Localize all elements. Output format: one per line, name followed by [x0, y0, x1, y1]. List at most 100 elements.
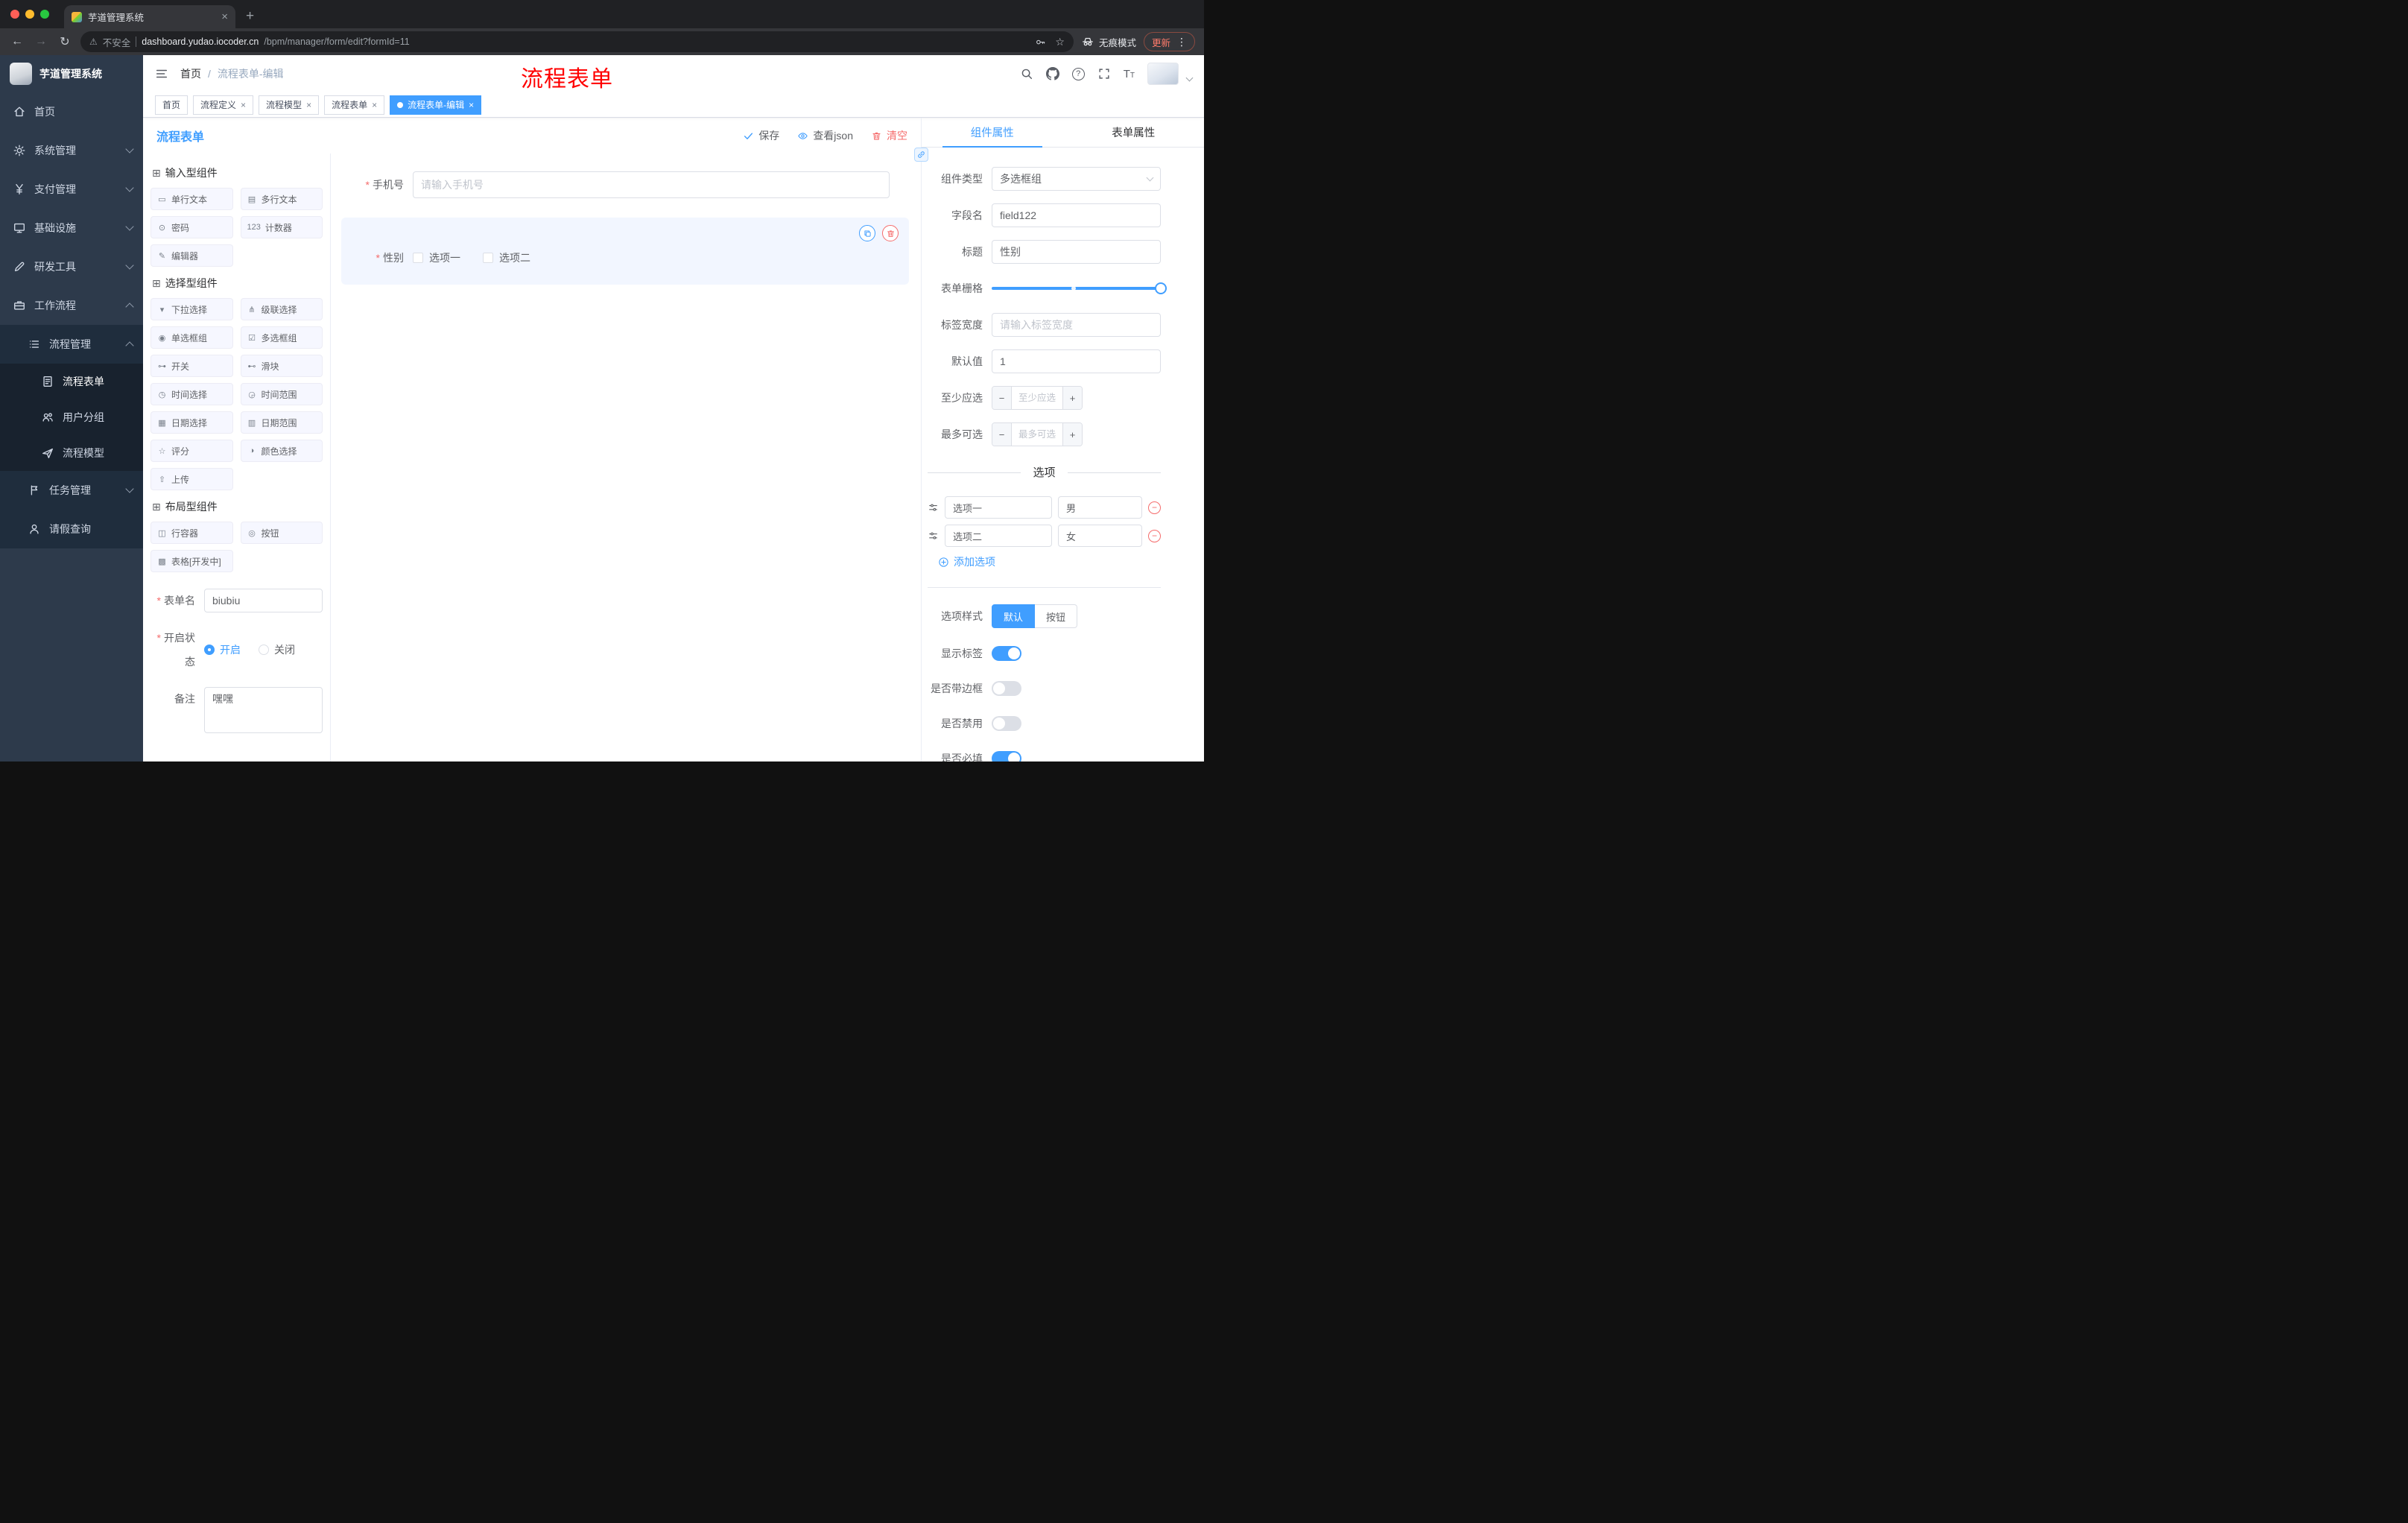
hamburger-icon[interactable]	[155, 67, 168, 80]
default-value-input[interactable]	[992, 349, 1161, 373]
max-select-input[interactable]	[1012, 423, 1062, 446]
bookmark-star-icon[interactable]: ☆	[1055, 36, 1065, 48]
component-chip-rate[interactable]: ☆ 评分	[150, 440, 233, 462]
field-gender-selected[interactable]: 性别 选项一 选项二	[341, 218, 909, 285]
sidebar-item-process-model[interactable]: 流程模型	[0, 435, 143, 471]
browser-menu-icon[interactable]: ⋮	[1176, 36, 1187, 48]
update-button[interactable]: 更新 ⋮	[1143, 32, 1195, 51]
sidebar-item-leave-query[interactable]: 请假查询	[0, 510, 143, 548]
option-value-input[interactable]	[1058, 496, 1142, 519]
minimize-window-button[interactable]	[25, 10, 34, 19]
component-chip-switch[interactable]: ⊶ 开关	[150, 355, 233, 377]
sidebar-item-workflow[interactable]: 工作流程	[0, 286, 143, 325]
label-width-input[interactable]	[992, 313, 1161, 337]
sidebar-item-process-management[interactable]: 流程管理	[0, 325, 143, 364]
increment-button[interactable]: +	[1062, 387, 1082, 409]
sidebar-item-dev-tools[interactable]: 研发工具	[0, 247, 143, 286]
style-default-button[interactable]: 默认	[992, 604, 1036, 628]
avatar[interactable]	[1147, 63, 1179, 85]
component-chip-button[interactable]: ◎ 按钮	[240, 522, 323, 544]
tag-process-form[interactable]: 流程表单 ×	[324, 95, 385, 115]
title-input[interactable]	[992, 240, 1161, 264]
tag-close-icon[interactable]: ×	[469, 100, 474, 110]
chevron-down-icon[interactable]	[1185, 74, 1194, 81]
sidebar-item-payment-management[interactable]: 支付管理	[0, 170, 143, 209]
search-icon[interactable]	[1020, 67, 1033, 80]
drag-option-icon[interactable]	[928, 502, 939, 513]
zoom-window-button[interactable]	[40, 10, 49, 19]
increment-button[interactable]: +	[1062, 423, 1082, 446]
decrement-button[interactable]: −	[992, 423, 1012, 446]
gender-option-1-checkbox[interactable]: 选项一	[413, 250, 460, 265]
status-off-radio[interactable]: 关闭	[259, 642, 295, 657]
component-chip-select[interactable]: ▾ 下拉选择	[150, 298, 233, 320]
component-chip-radio-group[interactable]: ◉ 单选框组	[150, 326, 233, 349]
show-label-toggle[interactable]	[992, 646, 1021, 661]
reload-button[interactable]: ↻	[57, 34, 73, 49]
tag-process-definition[interactable]: 流程定义 ×	[193, 95, 254, 115]
browser-tab[interactable]: 芋道管理系统 ×	[64, 5, 235, 28]
with-border-toggle[interactable]	[992, 681, 1021, 696]
component-chip-table[interactable]: ▩ 表格[开发中]	[150, 550, 233, 572]
component-chip-row-container[interactable]: ◫ 行容器	[150, 522, 233, 544]
tag-process-model[interactable]: 流程模型 ×	[259, 95, 320, 115]
disabled-toggle[interactable]	[992, 716, 1021, 731]
tag-process-form-edit[interactable]: 流程表单-编辑 ×	[390, 95, 482, 115]
component-chip-upload[interactable]: ⇧ 上传	[150, 468, 233, 490]
component-chip-time-picker[interactable]: ◷ 时间选择	[150, 383, 233, 405]
key-icon[interactable]	[1035, 37, 1046, 48]
form-name-input[interactable]	[204, 589, 323, 612]
address-bar[interactable]: ⚠ 不安全 dashboard.yudao.iocoder.cn/bpm/man…	[80, 31, 1074, 52]
component-chip-single-line-text[interactable]: ▭ 单行文本	[150, 188, 233, 210]
font-size-icon[interactable]: TT	[1124, 68, 1135, 80]
option-label-input[interactable]	[945, 525, 1052, 547]
component-chip-cascader[interactable]: ⋔ 级联选择	[240, 298, 323, 320]
field-phone[interactable]: 手机号	[341, 171, 909, 198]
decrement-button[interactable]: −	[992, 387, 1012, 409]
required-toggle[interactable]	[992, 751, 1021, 762]
close-window-button[interactable]	[10, 10, 19, 19]
sidebar-item-home[interactable]: 首页	[0, 92, 143, 131]
option-value-input[interactable]	[1058, 525, 1142, 547]
component-chip-time-range[interactable]: ◶ 时间范围	[240, 383, 323, 405]
option-label-input[interactable]	[945, 496, 1052, 519]
component-chip-date-range[interactable]: ▥ 日期范围	[240, 411, 323, 434]
tab-form-props[interactable]: 表单属性	[1063, 118, 1205, 147]
back-button[interactable]: ←	[9, 35, 25, 48]
drag-option-icon[interactable]	[928, 531, 939, 542]
sidebar-item-infrastructure[interactable]: 基础设施	[0, 209, 143, 247]
save-button[interactable]: 保存	[743, 128, 779, 143]
sidebar-item-system-management[interactable]: 系统管理	[0, 131, 143, 170]
component-chip-checkbox-group[interactable]: ☑ 多选框组	[240, 326, 323, 349]
sidebar-item-task-management[interactable]: 任务管理	[0, 471, 143, 510]
component-chip-multi-line-text[interactable]: ▤ 多行文本	[240, 188, 323, 210]
min-select-input[interactable]	[1012, 387, 1062, 409]
forward-button[interactable]: →	[33, 35, 49, 48]
phone-input[interactable]	[413, 171, 890, 198]
component-chip-password[interactable]: ⊙ 密码	[150, 216, 233, 238]
new-tab-button[interactable]: +	[246, 8, 254, 25]
component-chip-counter[interactable]: 123 计数器	[240, 216, 323, 238]
tag-close-icon[interactable]: ×	[372, 100, 377, 110]
remove-option-icon[interactable]: −	[1148, 529, 1161, 542]
slider-track[interactable]	[992, 282, 1167, 294]
help-icon[interactable]: ?	[1071, 67, 1085, 80]
status-on-radio[interactable]: 开启	[204, 642, 241, 657]
view-json-button[interactable]: 查看json	[797, 128, 853, 143]
component-chip-date-picker[interactable]: ▦ 日期选择	[150, 411, 233, 434]
tag-home[interactable]: 首页	[155, 95, 188, 115]
field-name-input[interactable]	[992, 203, 1161, 227]
component-chip-slider[interactable]: ⊷ 滑块	[240, 355, 323, 377]
tag-close-icon[interactable]: ×	[241, 100, 246, 110]
link-icon[interactable]	[914, 148, 928, 162]
github-icon[interactable]	[1046, 67, 1059, 80]
form-remark-textarea[interactable]: 嘿嘿	[204, 687, 323, 733]
component-type-select[interactable]: 多选框组	[992, 167, 1161, 191]
form-canvas[interactable]: 手机号	[331, 153, 921, 762]
tag-close-icon[interactable]: ×	[306, 100, 311, 110]
remove-option-icon[interactable]: −	[1148, 501, 1161, 514]
component-chip-editor[interactable]: ✎ 编辑器	[150, 244, 233, 267]
add-option-button[interactable]: 添加选项	[938, 554, 1161, 569]
slider-handle[interactable]	[1155, 282, 1167, 294]
sidebar-item-process-form[interactable]: 流程表单	[0, 364, 143, 399]
